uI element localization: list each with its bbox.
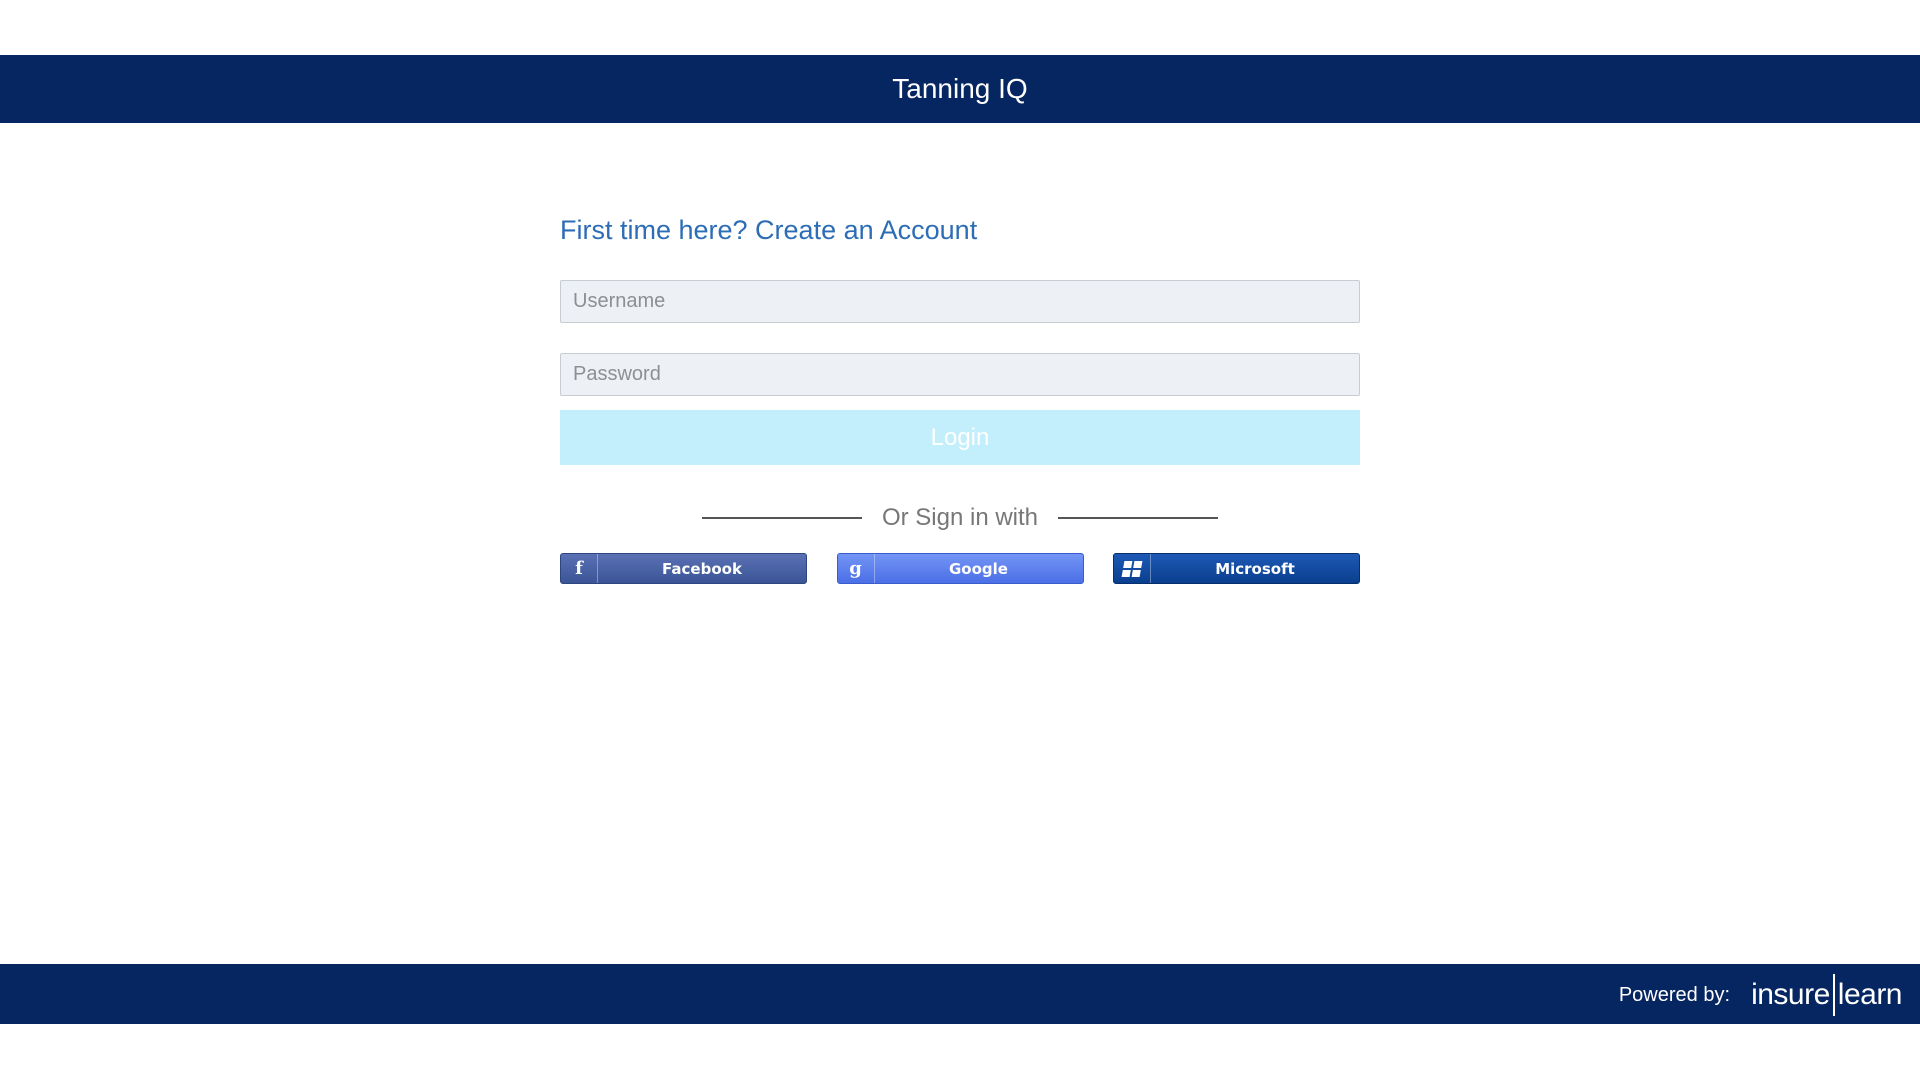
app-title: Tanning IQ — [892, 73, 1028, 104]
divider-text: Or Sign in with — [881, 504, 1039, 531]
powered-by-text: Powered by: — [1618, 984, 1730, 1006]
password-input[interactable] — [560, 353, 1360, 396]
logo-right-text: learn — [1837, 978, 1903, 1011]
social-login-row: f Facebook g Google Microsoft — [560, 553, 1360, 584]
login-button-label: Login — [930, 423, 990, 451]
google-icon: g — [838, 554, 875, 583]
login-page: Tanning IQ First time here? Create an Ac… — [0, 0, 1920, 1080]
logo-divider — [1832, 974, 1835, 1016]
google-label: Google — [949, 559, 1008, 578]
google-login-button[interactable]: g Google — [836, 553, 1084, 584]
app-footer: Powered by: insure learn — [0, 964, 1920, 1024]
login-button[interactable]: Login — [560, 410, 1360, 465]
divider-line-left — [701, 517, 862, 519]
app-header: Tanning IQ — [0, 55, 1920, 123]
create-account-link[interactable]: First time here? Create an Account — [560, 210, 1360, 250]
facebook-icon: f — [561, 554, 598, 583]
login-form: First time here? Create an Account Login… — [560, 210, 1360, 584]
divider-line-right — [1058, 517, 1219, 519]
microsoft-label: Microsoft — [1215, 559, 1295, 578]
facebook-label: Facebook — [662, 559, 742, 578]
insurelearn-logo: insure learn — [1751, 974, 1903, 1016]
facebook-login-button[interactable]: f Facebook — [560, 553, 807, 584]
sign-in-divider: Or Sign in with — [560, 503, 1360, 533]
microsoft-icon — [1114, 554, 1151, 583]
logo-left-text: insure — [1751, 978, 1830, 1011]
username-input[interactable] — [560, 280, 1360, 323]
microsoft-login-button[interactable]: Microsoft — [1113, 553, 1360, 584]
